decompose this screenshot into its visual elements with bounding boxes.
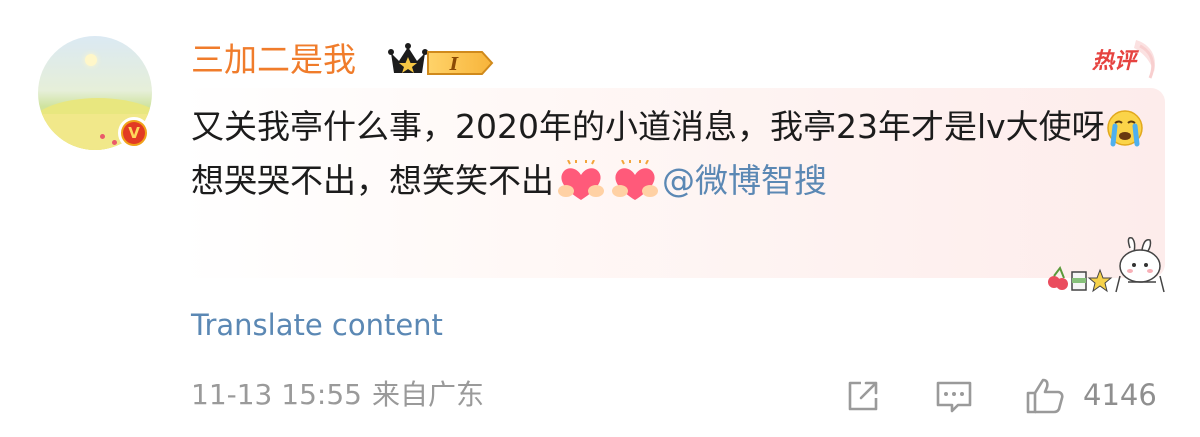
share-button[interactable] — [842, 376, 884, 416]
hot-comment-tag: 热评 — [1091, 40, 1156, 79]
heart-hands-icon — [558, 160, 604, 200]
bunny-decoration-icon — [1048, 236, 1165, 293]
svg-text:热评: 热评 — [1091, 49, 1140, 74]
reply-button[interactable] — [933, 376, 975, 416]
comment-item: V 三加二是我 I 热评 又关我亭什么事，2020年的小道消息，我亭23年才是l… — [0, 0, 1200, 437]
like-count: 4146 — [1083, 378, 1157, 412]
heart-hands-icon — [612, 160, 658, 200]
level-badge: I — [427, 51, 494, 75]
comment-text-part2: 想哭哭不出，想笑笑不出 — [191, 161, 554, 200]
share-icon — [848, 381, 878, 411]
crown-icon — [388, 43, 428, 73]
comment-text: 又关我亭什么事，2020年的小道消息，我亭23年才是lv大使呀 想哭哭不出，想笑… — [191, 100, 1156, 208]
like-icon — [1026, 378, 1064, 414]
comment-location: 来自广东 — [372, 378, 485, 411]
comment-timestamp: 11-13 15:55 — [191, 378, 362, 411]
username[interactable]: 三加二是我 — [191, 37, 356, 83]
comment-text-part1: 又关我亭什么事，2020年的小道消息，我亭23年才是lv大使呀 — [191, 107, 1105, 146]
verified-v-icon: V — [118, 117, 150, 149]
svg-text:I: I — [449, 54, 459, 75]
comment-icon — [936, 381, 972, 413]
translate-link[interactable]: Translate content — [191, 305, 443, 345]
mention-link[interactable]: @微博智搜 — [662, 161, 827, 200]
like-button[interactable] — [1024, 376, 1066, 416]
crying-emoji-icon — [1106, 110, 1143, 147]
